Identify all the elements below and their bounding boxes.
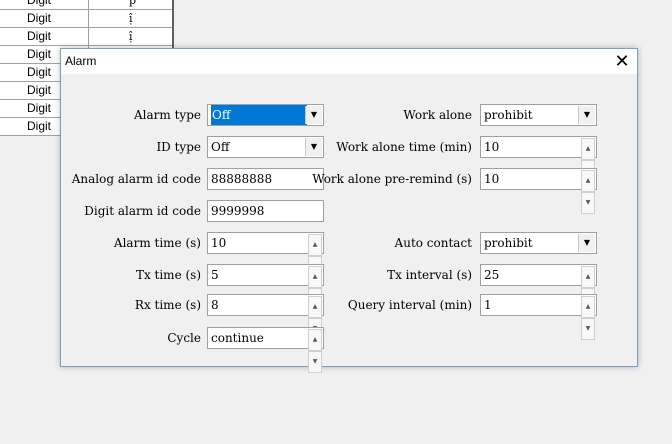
cycle-value: continue: [211, 331, 264, 345]
spin-buttons[interactable]: ▲▼: [308, 266, 322, 310]
id-type-value: Off: [211, 140, 230, 154]
tx-time-spinner[interactable]: 5 ▲▼: [207, 264, 324, 310]
analog-code-label: Analog alarm id code: [71, 172, 201, 186]
spin-buttons[interactable]: ▲▼: [581, 138, 595, 182]
chevron-up-icon[interactable]: ▲: [308, 266, 322, 288]
chevron-up-icon[interactable]: ▲: [308, 234, 322, 256]
alarm-type-select[interactable]: Off ▼: [207, 104, 324, 126]
cycle-spinner[interactable]: continue ▲ ▼: [207, 327, 324, 373]
pre-remind-spinner[interactable]: 10 ▲ ▼: [480, 168, 597, 214]
chevron-down-icon[interactable]: ▼: [578, 234, 595, 252]
alarm-time-label: Alarm time (s): [113, 236, 201, 250]
query-interval-value: 1: [484, 298, 492, 312]
alarm-time-spinner[interactable]: 10 ▲▼: [207, 232, 324, 278]
alarm-type-value: Off: [211, 105, 307, 125]
chevron-up-icon[interactable]: ▲: [581, 266, 595, 288]
close-icon[interactable]: ✕: [607, 49, 637, 74]
rx-time-spinner[interactable]: 8 ▲▼: [207, 294, 324, 340]
tx-time-label: Tx time (s): [135, 268, 201, 282]
chevron-down-icon[interactable]: ▼: [581, 318, 595, 340]
auto-contact-select[interactable]: prohibit ▼: [480, 232, 597, 254]
chevron-down-icon[interactable]: ▼: [578, 106, 595, 124]
chevron-down-icon[interactable]: ▼: [305, 106, 322, 124]
spin-buttons[interactable]: ▲▼: [308, 329, 322, 373]
chevron-down-icon[interactable]: ▼: [581, 192, 595, 214]
table-row[interactable]: Digit ị̂: [0, 10, 172, 28]
analog-code-value: 88888888: [211, 172, 273, 186]
digit-code-label: Digit alarm id code: [84, 204, 201, 218]
pre-remind-value: 10: [484, 172, 500, 186]
spin-buttons[interactable]: ▲▼: [581, 170, 595, 214]
query-interval-label: Query interval (min): [347, 298, 472, 312]
digit-code-input[interactable]: 9999998: [207, 200, 324, 222]
id-type-select[interactable]: Off ▼: [207, 136, 324, 158]
chevron-up-icon[interactable]: ▲: [581, 296, 595, 318]
chevron-up-icon[interactable]: ▲: [581, 138, 595, 160]
table-row[interactable]: Digit ị̂: [0, 28, 172, 46]
alarm-time-value: 10: [211, 236, 227, 250]
dialog-title: Alarm: [65, 54, 97, 68]
auto-contact-value: prohibit: [484, 236, 533, 250]
work-alone-time-spinner[interactable]: 10 ▲▼: [480, 136, 597, 182]
chevron-up-icon[interactable]: ▲: [581, 170, 595, 192]
spin-buttons[interactable]: ▲▼: [581, 266, 595, 310]
work-alone-label: Work alone: [403, 108, 472, 122]
chevron-down-icon[interactable]: ▼: [308, 351, 322, 373]
chevron-up-icon[interactable]: ▲: [308, 329, 322, 351]
alarm-type-label: Alarm type: [134, 108, 201, 122]
work-alone-time-value: 10: [484, 140, 500, 154]
analog-code-input[interactable]: 88888888: [207, 168, 324, 190]
table-row[interactable]: Digitṕ: [0, 0, 172, 10]
query-interval-spinner[interactable]: 1 ▲ ▼: [480, 294, 597, 340]
rx-time-label: Rx time (s): [134, 298, 201, 312]
cycle-label: Cycle: [167, 331, 201, 345]
digit-code-value: 9999998: [211, 204, 265, 218]
tx-interval-label: Tx interval (s): [387, 268, 472, 282]
id-type-label: ID type: [156, 140, 201, 154]
spin-buttons[interactable]: ▲▼: [581, 296, 595, 340]
tx-interval-spinner[interactable]: 25 ▲▼: [480, 264, 597, 310]
alarm-dialog: Alarm ✕ Alarm type Off ▼ ID type Off ▼ A…: [60, 48, 638, 373]
tx-interval-value: 25: [484, 268, 500, 282]
pre-remind-label: Work alone pre-remind (s): [312, 172, 472, 186]
work-alone-time-label: Work alone time (min): [336, 140, 472, 154]
spin-buttons[interactable]: ▲▼: [308, 234, 322, 278]
tx-time-value: 5: [211, 268, 219, 282]
work-alone-select[interactable]: prohibit ▼: [480, 104, 597, 126]
work-alone-value: prohibit: [484, 108, 533, 122]
title-bar[interactable]: Alarm ✕: [61, 49, 637, 74]
rx-time-value: 8: [211, 298, 219, 312]
auto-contact-label: Auto contact: [394, 236, 472, 250]
